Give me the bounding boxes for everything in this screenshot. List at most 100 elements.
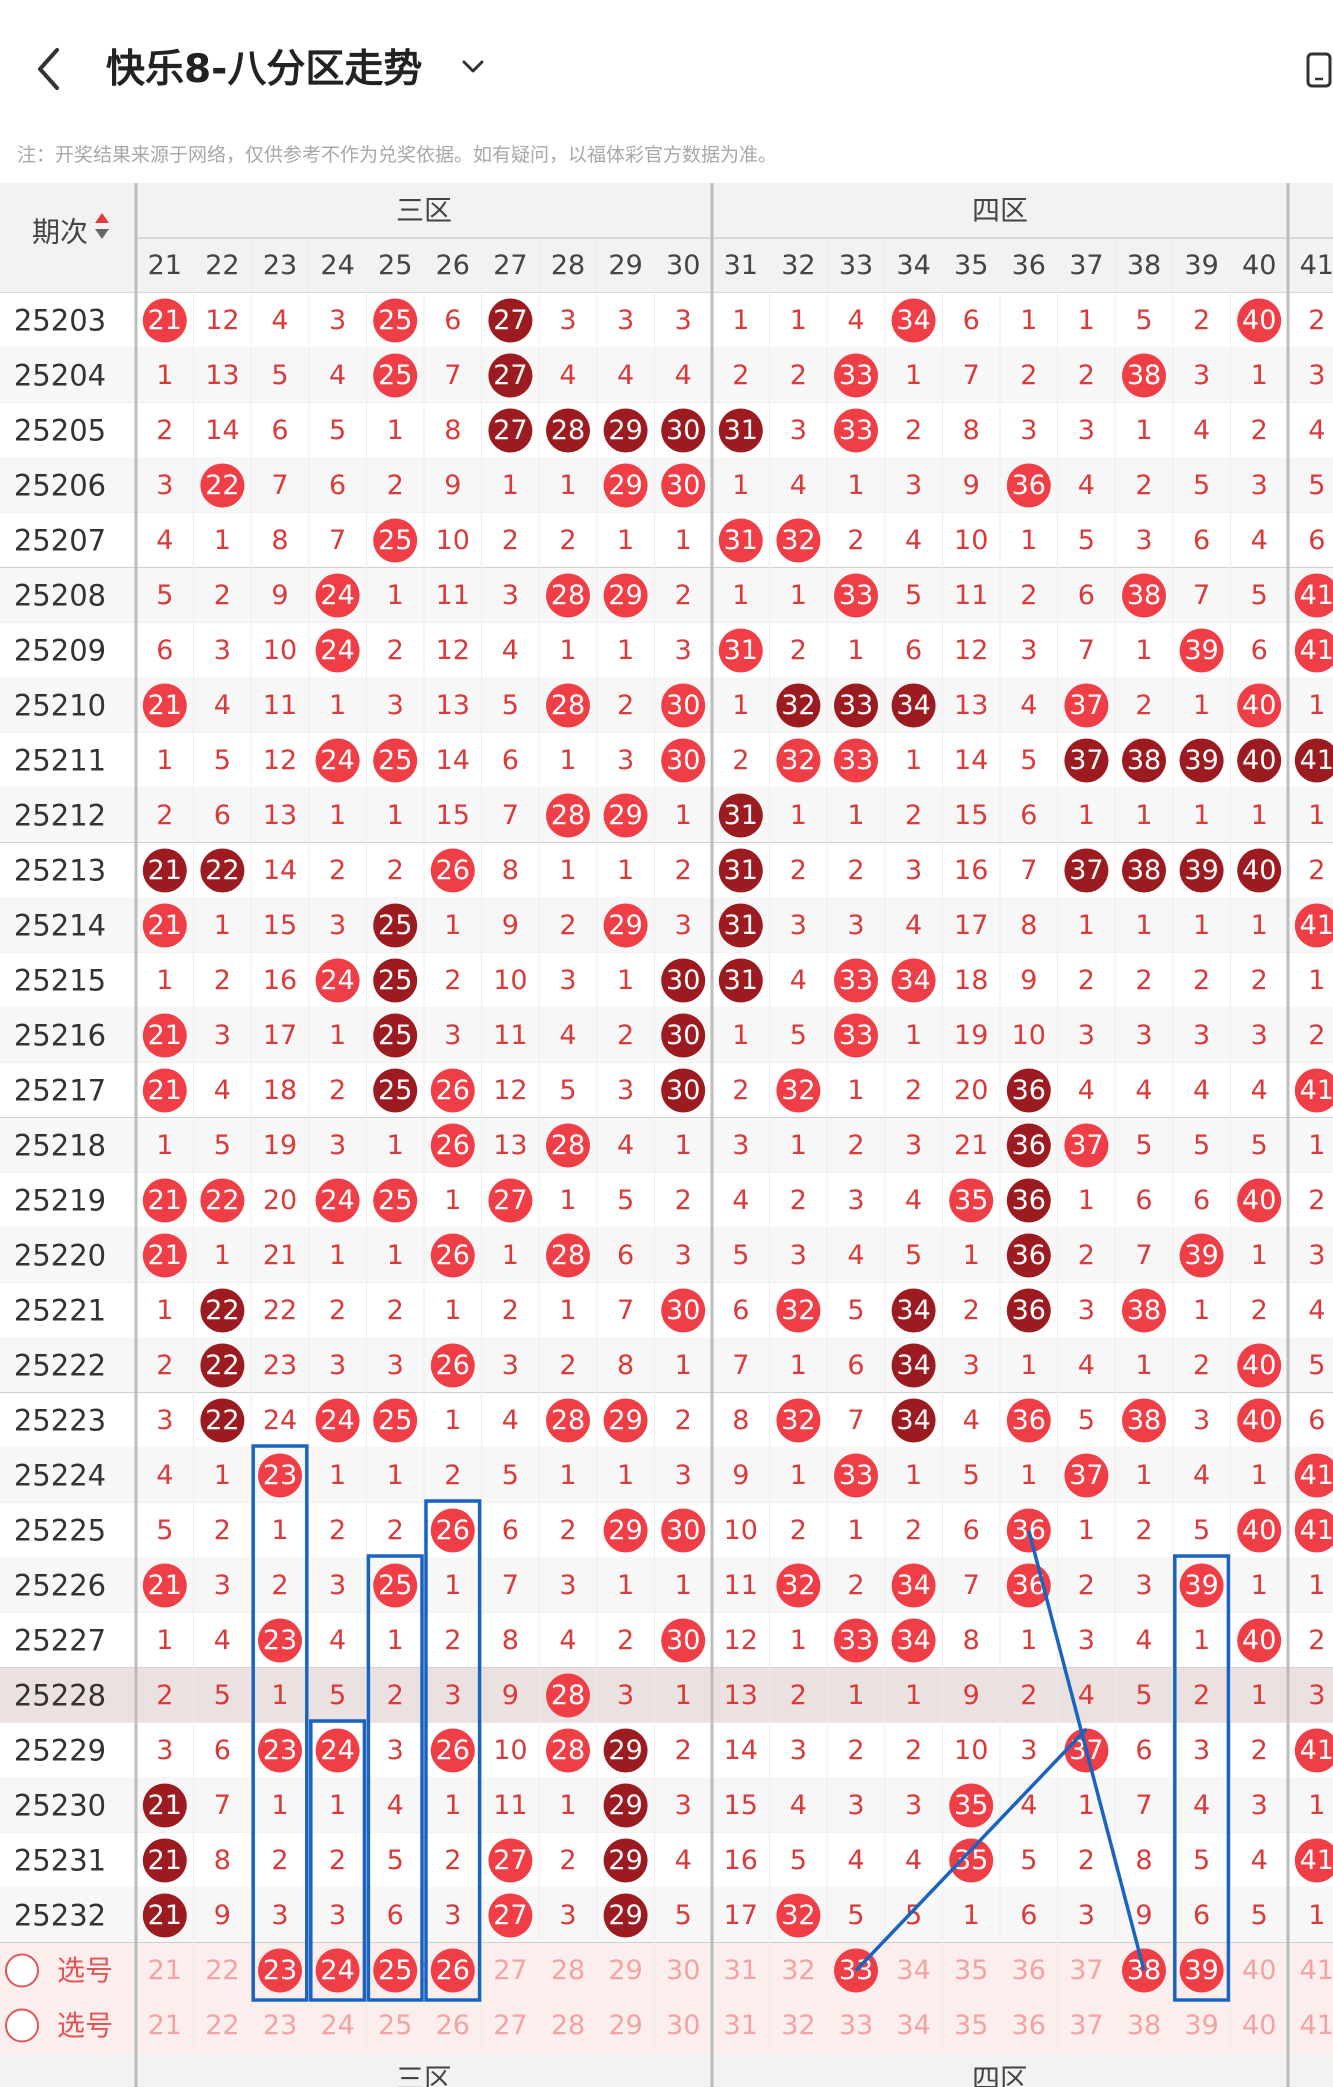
pick-number-21[interactable]: 21 bbox=[148, 1955, 182, 1986]
pick-number-38[interactable]: 38 bbox=[1127, 2010, 1161, 2041]
miss-count: 5 bbox=[1251, 580, 1268, 611]
miss-count: 1 bbox=[675, 1130, 692, 1161]
miss-count: 3 bbox=[675, 1460, 692, 1491]
miss-count: 4 bbox=[675, 360, 692, 391]
drawn-number: 30 bbox=[666, 745, 700, 776]
pick-number-30[interactable]: 30 bbox=[666, 2010, 700, 2041]
miss-count: 7 bbox=[847, 1405, 864, 1436]
pick-number-22[interactable]: 22 bbox=[205, 2010, 239, 2041]
miss-count: 5 bbox=[156, 1515, 173, 1546]
pick-number-28[interactable]: 28 bbox=[551, 1955, 585, 1986]
pick-number-40[interactable]: 40 bbox=[1242, 1955, 1276, 1986]
pick-number-41[interactable]: 41 bbox=[1300, 1955, 1333, 1986]
select-row[interactable]: 选号 21 22 23 24 25 26 27 28 29 30 31 32 33 34 35 36 37 38 39… bbox=[0, 1943, 1333, 1998]
miss-count: 5 bbox=[790, 1020, 807, 1051]
miss-count: 18 bbox=[954, 965, 988, 996]
miss-count: 4 bbox=[675, 1845, 692, 1876]
miss-count: 16 bbox=[263, 965, 297, 996]
pick-number-35[interactable]: 35 bbox=[954, 1955, 988, 1986]
pick-number-31[interactable]: 31 bbox=[724, 2010, 758, 2041]
miss-count: 14 bbox=[436, 745, 470, 776]
miss-count: 3 bbox=[1193, 1020, 1210, 1051]
pick-number-36[interactable]: 36 bbox=[1012, 1955, 1046, 1986]
miss-count: 9 bbox=[444, 470, 461, 501]
pick-number-33[interactable]: 33 bbox=[839, 2010, 873, 2041]
pick-number-35[interactable]: 35 bbox=[954, 2010, 988, 2041]
pick-number-21[interactable]: 21 bbox=[148, 2010, 182, 2041]
pick-number-29[interactable]: 29 bbox=[608, 2010, 642, 2041]
pick-number-text: 39 bbox=[1184, 2010, 1218, 2041]
back-button[interactable] bbox=[30, 44, 70, 94]
pick-number-26[interactable]: 26 bbox=[430, 1948, 475, 1993]
pick-number-27[interactable]: 27 bbox=[493, 2010, 527, 2041]
radio-empty-icon[interactable] bbox=[5, 2008, 39, 2043]
miss-count: 3 bbox=[1251, 470, 1268, 501]
miss-count: 2 bbox=[790, 1185, 807, 1216]
miss-count: 1 bbox=[617, 965, 634, 996]
drawn-number: 21 bbox=[148, 1790, 182, 1821]
pick-number-24[interactable]: 24 bbox=[315, 1948, 360, 1993]
miss-count: 1 bbox=[963, 1240, 980, 1271]
pick-number-32[interactable]: 32 bbox=[781, 2010, 815, 2041]
pick-number-36[interactable]: 36 bbox=[1012, 2010, 1046, 2041]
pick-number-37[interactable]: 37 bbox=[1069, 2010, 1103, 2041]
miss-count: 6 bbox=[963, 1515, 980, 1546]
pick-number-40[interactable]: 40 bbox=[1242, 2010, 1276, 2041]
miss-count: 3 bbox=[1308, 360, 1325, 391]
miss-count: 5 bbox=[387, 1845, 404, 1876]
pick-number-39[interactable]: 39 bbox=[1179, 1948, 1224, 1993]
pick-number-29[interactable]: 29 bbox=[608, 1955, 642, 1986]
pick-number-37[interactable]: 37 bbox=[1069, 1955, 1103, 1986]
miss-count: 2 bbox=[905, 1515, 922, 1546]
miss-count: 6 bbox=[847, 1350, 864, 1381]
miss-count: 3 bbox=[329, 1570, 346, 1601]
pick-number-23[interactable]: 23 bbox=[258, 1948, 302, 1993]
pick-number-41[interactable]: 41 bbox=[1300, 2010, 1333, 2041]
drawn-number: 34 bbox=[896, 1570, 930, 1601]
miss-count: 14 bbox=[263, 855, 297, 886]
pick-number-25[interactable]: 25 bbox=[373, 1948, 418, 1993]
drawn-number: 37 bbox=[1069, 745, 1103, 776]
drawn-number: 25 bbox=[378, 1405, 412, 1436]
pick-number-23[interactable]: 23 bbox=[263, 2010, 297, 2041]
pick-number-30[interactable]: 30 bbox=[666, 1955, 700, 1986]
radio-empty-icon[interactable] bbox=[5, 1953, 39, 1988]
drawn-number: 40 bbox=[1242, 1405, 1276, 1436]
miss-count: 2 bbox=[790, 635, 807, 666]
number-header-23: 23 bbox=[263, 250, 297, 281]
miss-count: 4 bbox=[1251, 525, 1268, 556]
pick-number-32[interactable]: 32 bbox=[781, 1955, 815, 1986]
title-dropdown[interactable] bbox=[458, 52, 488, 82]
miss-count: 4 bbox=[1135, 1625, 1152, 1656]
miss-count: 2 bbox=[387, 635, 404, 666]
miss-count: 7 bbox=[1020, 855, 1037, 886]
select-row[interactable]: 选号 21 22 23 24 25 26 27 28 29 30 31 32 33 34 35 36 37 38 39… bbox=[0, 1998, 1333, 2053]
miss-count: 3 bbox=[790, 1240, 807, 1271]
pick-number-25[interactable]: 25 bbox=[378, 2010, 412, 2041]
miss-count: 4 bbox=[559, 360, 576, 391]
app-header: 快乐8-八分区走势 bbox=[0, 0, 1333, 140]
pick-number-39[interactable]: 39 bbox=[1184, 2010, 1218, 2041]
pick-number-31[interactable]: 31 bbox=[724, 1955, 758, 1986]
miss-count: 1 bbox=[1193, 910, 1210, 941]
drawn-number: 27 bbox=[493, 305, 527, 336]
pick-number-27[interactable]: 27 bbox=[493, 1955, 527, 1986]
miss-count: 12 bbox=[954, 635, 988, 666]
miss-count: 7 bbox=[1193, 580, 1210, 611]
device-button[interactable] bbox=[1305, 52, 1333, 88]
pick-number-26[interactable]: 26 bbox=[436, 2010, 470, 2041]
pick-number-34[interactable]: 34 bbox=[896, 1955, 930, 1986]
drawn-number: 28 bbox=[551, 690, 585, 721]
number-header-27: 27 bbox=[493, 250, 527, 281]
drawn-number: 41 bbox=[1300, 1515, 1333, 1546]
drawn-number: 29 bbox=[608, 580, 642, 611]
pick-number-34[interactable]: 34 bbox=[896, 2010, 930, 2041]
miss-count: 12 bbox=[724, 1625, 758, 1656]
pick-number-text: 25 bbox=[378, 2010, 412, 2041]
miss-count: 2 bbox=[329, 855, 346, 886]
pick-number-28[interactable]: 28 bbox=[551, 2010, 585, 2041]
pick-number-24[interactable]: 24 bbox=[320, 2010, 354, 2041]
miss-count: 1 bbox=[559, 1460, 576, 1491]
pick-number-22[interactable]: 22 bbox=[205, 1955, 239, 1986]
miss-count: 3 bbox=[675, 910, 692, 941]
